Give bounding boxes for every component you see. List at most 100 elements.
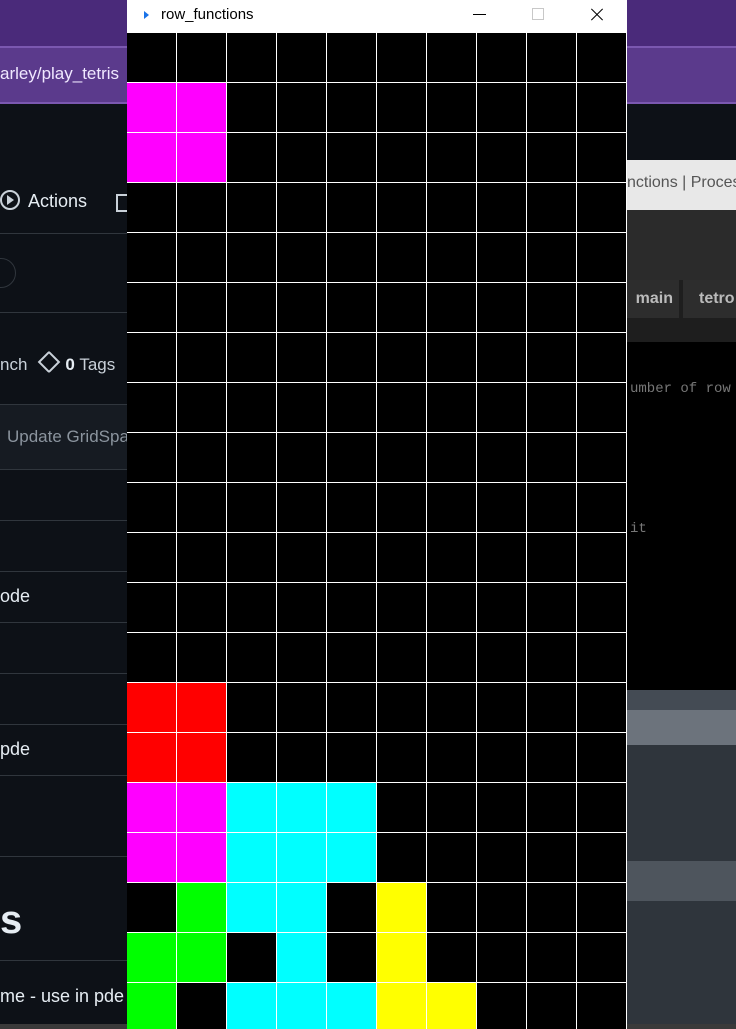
board-cell-empty bbox=[127, 283, 177, 333]
board-cell-empty bbox=[177, 633, 227, 683]
editor-tab-tetro[interactable]: tetro bbox=[683, 280, 736, 318]
board-cell-empty bbox=[377, 133, 427, 183]
board-cell-empty bbox=[477, 733, 527, 783]
tag-icon bbox=[38, 350, 61, 374]
board-cell-empty bbox=[427, 433, 477, 483]
board-cell-empty bbox=[177, 333, 227, 383]
board-cell-empty bbox=[477, 383, 527, 433]
window-title: row_functions bbox=[161, 6, 254, 23]
board-cell-empty bbox=[477, 333, 527, 383]
file-link[interactable]: pde bbox=[0, 739, 30, 760]
board-cell-empty bbox=[227, 233, 277, 283]
close-button[interactable] bbox=[567, 0, 625, 33]
board-cell-empty bbox=[527, 133, 577, 183]
board-cell-empty bbox=[277, 383, 327, 433]
tags-count: 0 bbox=[65, 355, 75, 374]
latest-commit-message[interactable]: Update GridSpa bbox=[7, 427, 129, 447]
board-cell-empty bbox=[227, 633, 277, 683]
board-cell-cyan bbox=[227, 883, 277, 933]
board-cell-cyan bbox=[277, 783, 327, 833]
tetris-board[interactable] bbox=[127, 33, 627, 1029]
board-cell-yellow bbox=[377, 983, 427, 1029]
board-cell-empty bbox=[227, 133, 277, 183]
board-cell-empty bbox=[327, 233, 377, 283]
minimize-button[interactable] bbox=[451, 0, 509, 33]
board-cell-magenta bbox=[127, 83, 177, 133]
actions-tab-label: Actions bbox=[28, 191, 88, 211]
board-cell-empty bbox=[477, 133, 527, 183]
board-cell-empty bbox=[477, 583, 527, 633]
board-cell-empty bbox=[177, 583, 227, 633]
board-cell-empty bbox=[127, 483, 177, 533]
board-cell-empty bbox=[177, 233, 227, 283]
board-cell-empty bbox=[277, 33, 327, 83]
board-cell-empty bbox=[127, 583, 177, 633]
board-cell-empty bbox=[577, 383, 627, 433]
window-titlebar[interactable]: row_functions bbox=[127, 0, 627, 33]
board-cell-empty bbox=[127, 433, 177, 483]
board-cell-empty bbox=[327, 583, 377, 633]
tags-link[interactable]: Tags bbox=[79, 355, 115, 374]
board-cell-empty bbox=[327, 733, 377, 783]
board-cell-empty bbox=[427, 583, 477, 633]
board-cell-empty bbox=[477, 533, 527, 583]
board-cell-empty bbox=[577, 833, 627, 883]
divider bbox=[0, 622, 128, 623]
board-cell-empty bbox=[477, 983, 527, 1029]
board-cell-empty bbox=[127, 183, 177, 233]
board-cell-empty bbox=[577, 183, 627, 233]
board-cell-empty bbox=[577, 733, 627, 783]
board-cell-empty bbox=[577, 633, 627, 683]
divider bbox=[0, 571, 128, 572]
board-cell-empty bbox=[377, 483, 427, 533]
divider bbox=[0, 233, 128, 234]
board-cell-empty bbox=[377, 583, 427, 633]
board-cell-cyan bbox=[227, 983, 277, 1029]
readme-text: me - use in pde bbox=[0, 986, 125, 1006]
actions-tab[interactable]: Actions bbox=[0, 190, 87, 212]
board-cell-cyan bbox=[277, 983, 327, 1029]
board-cell-empty bbox=[327, 183, 377, 233]
board-cell-empty bbox=[527, 33, 577, 83]
console-divider bbox=[627, 690, 736, 710]
board-cell-empty bbox=[577, 133, 627, 183]
sketch-window[interactable]: row_functions bbox=[127, 0, 627, 1029]
board-cell-magenta bbox=[177, 133, 227, 183]
play-circle-icon bbox=[0, 190, 20, 210]
board-cell-empty bbox=[327, 83, 377, 133]
board-cell-empty bbox=[177, 483, 227, 533]
maximize-button[interactable] bbox=[509, 0, 567, 33]
board-cell-empty bbox=[477, 33, 527, 83]
board-cell-empty bbox=[527, 183, 577, 233]
board-cell-empty bbox=[477, 633, 527, 683]
console-footer bbox=[627, 861, 736, 901]
board-cell-empty bbox=[377, 83, 427, 133]
divider bbox=[0, 856, 128, 857]
board-cell-empty bbox=[327, 383, 377, 433]
board-cell-empty bbox=[477, 433, 527, 483]
board-cell-empty bbox=[377, 833, 427, 883]
board-cell-empty bbox=[477, 683, 527, 733]
board-cell-empty bbox=[477, 483, 527, 533]
board-cell-empty bbox=[327, 133, 377, 183]
file-link[interactable]: ode bbox=[0, 586, 30, 607]
board-cell-empty bbox=[577, 933, 627, 983]
board-cell-empty bbox=[327, 33, 377, 83]
board-cell-green bbox=[177, 883, 227, 933]
divider bbox=[0, 673, 128, 674]
board-cell-empty bbox=[177, 183, 227, 233]
board-cell-empty bbox=[327, 883, 377, 933]
branch-link[interactable]: nch bbox=[0, 355, 27, 374]
board-cell-empty bbox=[127, 533, 177, 583]
board-cell-empty bbox=[577, 883, 627, 933]
board-cell-green bbox=[127, 983, 177, 1029]
board-cell-empty bbox=[427, 483, 477, 533]
board-cell-empty bbox=[427, 383, 477, 433]
console-panel-lower bbox=[627, 901, 736, 1029]
board-cell-empty bbox=[227, 433, 277, 483]
address-url-text[interactable]: arley/play_tetris bbox=[0, 64, 119, 84]
readme-heading: s bbox=[0, 898, 23, 942]
board-cell-empty bbox=[427, 933, 477, 983]
editor-tab-main[interactable]: main bbox=[627, 280, 679, 318]
board-cell-cyan bbox=[277, 833, 327, 883]
